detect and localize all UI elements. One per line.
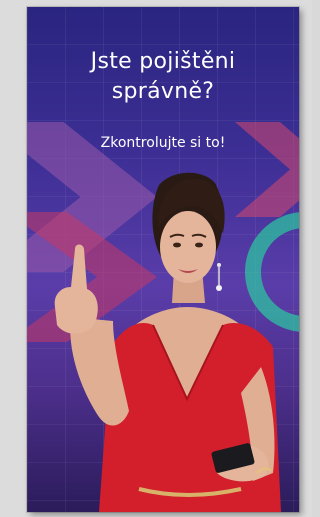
woman-illustration xyxy=(54,172,281,512)
screenshot-frame: Jste pojištěni správně? Zkontrolujte si … xyxy=(0,0,312,517)
insurance-ad-banner[interactable]: Jste pojištěni správně? Zkontrolujte si … xyxy=(27,7,299,512)
pointing-hand xyxy=(54,244,98,334)
